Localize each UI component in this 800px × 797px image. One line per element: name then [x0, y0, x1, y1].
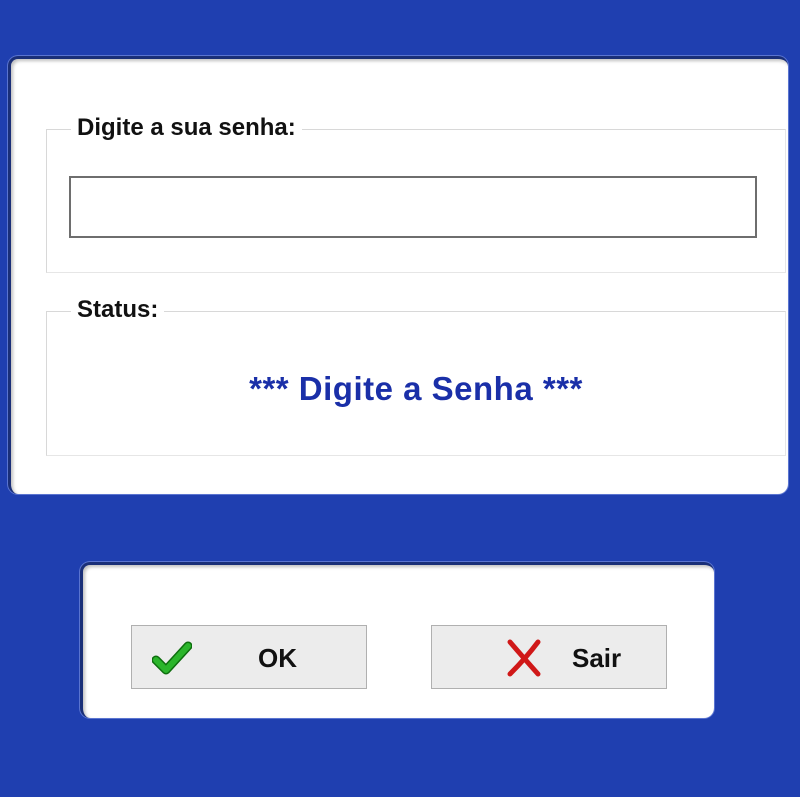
ok-button[interactable]: OK: [131, 625, 367, 689]
password-groupbox: Digite a sua senha:: [46, 114, 786, 273]
login-window: Digite a sua senha: Status: *** Digite a…: [0, 0, 800, 797]
password-panel: Digite a sua senha: Status: *** Digite a…: [8, 56, 788, 494]
status-groupbox: Status: *** Digite a Senha ***: [46, 296, 786, 456]
sair-button-label: Sair: [572, 643, 622, 673]
button-panel: OK Sair: [80, 562, 714, 718]
ok-button-label: OK: [258, 643, 297, 673]
sair-button[interactable]: Sair: [431, 625, 667, 689]
status-message: *** Digite a Senha ***: [249, 370, 583, 407]
status-label: Status:: [71, 296, 165, 324]
check-icon: [151, 638, 193, 678]
close-x-icon: [504, 638, 544, 678]
password-input[interactable]: [69, 176, 757, 238]
password-label: Digite a sua senha:: [71, 114, 302, 142]
